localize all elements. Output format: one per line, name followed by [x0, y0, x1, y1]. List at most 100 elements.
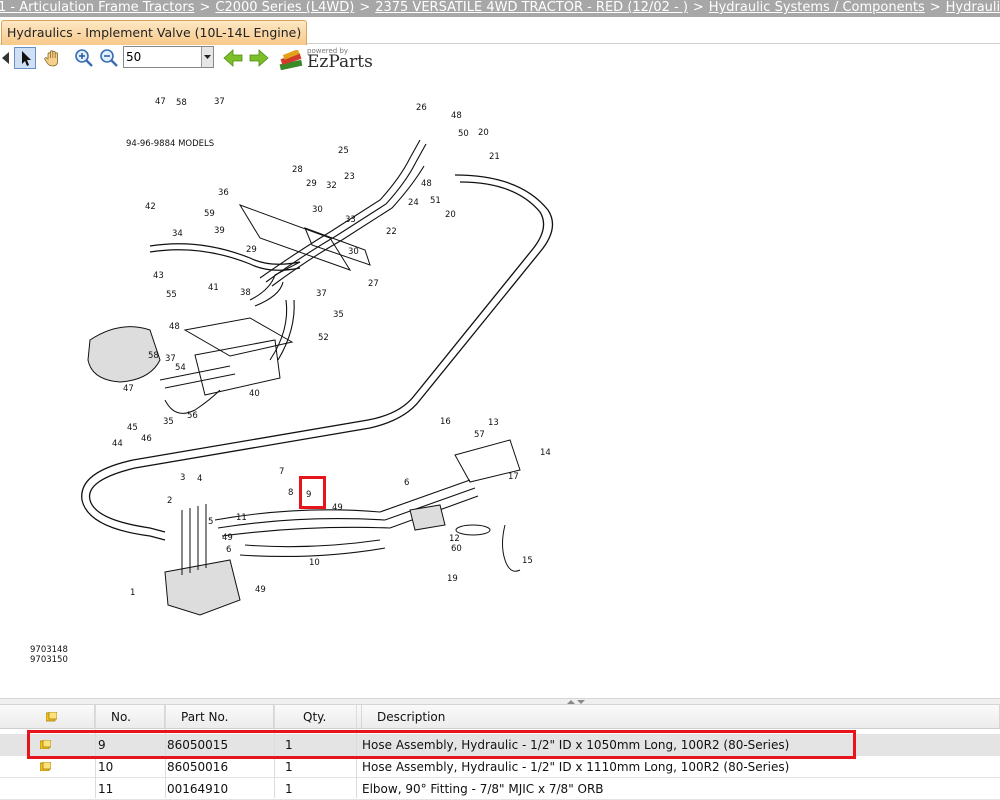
select-cursor-icon	[22, 51, 31, 66]
header-icon-col[interactable]	[0, 705, 95, 728]
callout[interactable]: 32	[326, 181, 337, 191]
table-row[interactable]: 9 86050015 1 Hose Assembly, Hydraulic - …	[0, 734, 1000, 756]
callout[interactable]: 19	[447, 574, 458, 584]
callout[interactable]: 25	[338, 146, 349, 156]
pane-splitter[interactable]	[0, 698, 1000, 705]
callout[interactable]: 48	[421, 179, 432, 189]
callout[interactable]: 16	[440, 417, 451, 427]
callout[interactable]: 46	[141, 434, 152, 444]
callout[interactable]: 29	[306, 179, 317, 189]
select-tool-button[interactable]	[14, 47, 36, 69]
callout[interactable]: 17	[508, 472, 519, 482]
callout[interactable]: 24	[408, 198, 419, 208]
parts-table: No. Part No. Qty. Description 9 86050015…	[0, 705, 1000, 800]
callout[interactable]: 5	[208, 517, 213, 527]
callout[interactable]: 49	[332, 503, 343, 513]
tab-implement-valve[interactable]: Hydraulics - Implement Valve (10L-14L En…	[1, 20, 308, 45]
callout[interactable]: 51	[430, 196, 441, 206]
breadcrumb-separator: >	[929, 0, 941, 15]
header-no[interactable]: No.	[95, 705, 165, 728]
zoom-select[interactable]	[123, 46, 214, 68]
callout[interactable]: 27	[368, 279, 379, 289]
header-part-no[interactable]: Part No.	[165, 705, 274, 728]
callout[interactable]: 34	[172, 229, 183, 239]
callout[interactable]: 41	[208, 283, 219, 293]
table-row[interactable]: 11 00164910 1 Elbow, 90° Fitting - 7/8" …	[0, 778, 1000, 800]
callout[interactable]: 6	[404, 478, 409, 488]
zoom-out-button[interactable]	[98, 47, 120, 69]
callout[interactable]: 30	[348, 247, 359, 257]
callout[interactable]: 10	[309, 558, 320, 568]
callout[interactable]: 6	[226, 545, 231, 555]
callout[interactable]: 36	[218, 188, 229, 198]
next-page-button[interactable]	[248, 47, 270, 69]
callout[interactable]: 39	[214, 226, 225, 236]
left-arrow-edge-icon[interactable]	[2, 52, 10, 64]
callout[interactable]: 40	[249, 389, 260, 399]
callout[interactable]: 15	[522, 556, 533, 566]
callout[interactable]: 57	[474, 430, 485, 440]
callout[interactable]: 22	[386, 227, 397, 237]
header-description[interactable]: Description	[362, 705, 1000, 728]
parts-diagram[interactable]: 94-96-9884 MODELS 9703148 9703150 26 48 …	[0, 72, 1000, 698]
zoom-dropdown-button[interactable]	[201, 47, 213, 67]
callout[interactable]: 8	[288, 488, 293, 498]
callout[interactable]: 35	[333, 310, 344, 320]
callout[interactable]: 47	[123, 384, 134, 394]
previous-page-button[interactable]	[222, 47, 244, 69]
zoom-in-button[interactable]	[73, 47, 95, 69]
callout[interactable]: 20	[478, 128, 489, 138]
callout[interactable]: 42	[145, 202, 156, 212]
callout[interactable]: 14	[540, 448, 551, 458]
callout[interactable]: 12	[449, 534, 460, 544]
callout[interactable]: 4	[197, 474, 202, 484]
cell-part-no: 86050016	[167, 760, 229, 774]
ref-code-1: 9703148	[30, 645, 68, 655]
callout[interactable]: 48	[451, 111, 462, 121]
breadcrumb-link-model[interactable]: 2375 VERSATILE 4WD TRACTOR - RED (12/02 …	[375, 0, 688, 15]
callout[interactable]: 60	[451, 544, 462, 554]
breadcrumb-link-hydraulic-systems[interactable]: Hydraulic Systems / Components	[709, 0, 925, 15]
callout[interactable]: 28	[292, 165, 303, 175]
callout[interactable]: 13	[488, 418, 499, 428]
callout[interactable]: 58	[176, 98, 187, 108]
callout[interactable]: 38	[240, 288, 251, 298]
callout[interactable]: 35	[163, 417, 174, 427]
zoom-input[interactable]	[126, 48, 200, 66]
table-row[interactable]: 10 86050016 1 Hose Assembly, Hydraulic -…	[0, 756, 1000, 778]
header-qty[interactable]: Qty.	[274, 705, 362, 728]
callout[interactable]: 52	[318, 333, 329, 343]
callout[interactable]: 1	[130, 588, 135, 598]
callout[interactable]: 49	[255, 585, 266, 595]
callout[interactable]: 11	[236, 513, 247, 523]
callout[interactable]: 48	[169, 322, 180, 332]
callout[interactable]: 37	[214, 97, 225, 107]
callout[interactable]: 58	[148, 351, 159, 361]
callout[interactable]: 29	[246, 245, 257, 255]
callout[interactable]: 23	[344, 172, 355, 182]
callout[interactable]: 50	[458, 129, 469, 139]
breadcrumb-link-articulation[interactable]: 1 - Articulation Frame Tractors	[0, 0, 194, 15]
breadcrumb-link-implement-valve[interactable]: Hydraulics - Implement Valve (10L-14L En…	[946, 0, 1000, 15]
callout[interactable]: 37	[316, 289, 327, 299]
callout[interactable]: 45	[127, 423, 138, 433]
breadcrumb-link-series[interactable]: C2000 Series (L4WD)	[215, 0, 354, 15]
callout[interactable]: 7	[279, 467, 284, 477]
callout[interactable]: 49	[222, 533, 233, 543]
callout[interactable]: 3	[180, 473, 185, 483]
callout[interactable]: 44	[112, 439, 123, 449]
callout[interactable]: 21	[489, 152, 500, 162]
callout[interactable]: 2	[167, 496, 172, 506]
callout[interactable]: 26	[416, 103, 427, 113]
callout[interactable]: 33	[345, 215, 356, 225]
callout[interactable]: 56	[187, 411, 198, 421]
pan-tool-button[interactable]	[42, 47, 64, 69]
callout[interactable]: 43	[153, 271, 164, 281]
callout[interactable]: 55	[166, 290, 177, 300]
callout[interactable]: 54	[175, 363, 186, 373]
highlighted-callout-box[interactable]	[299, 476, 326, 509]
callout[interactable]: 47	[155, 97, 166, 107]
callout[interactable]: 59	[204, 209, 215, 219]
callout[interactable]: 20	[445, 210, 456, 220]
callout[interactable]: 30	[312, 205, 323, 215]
